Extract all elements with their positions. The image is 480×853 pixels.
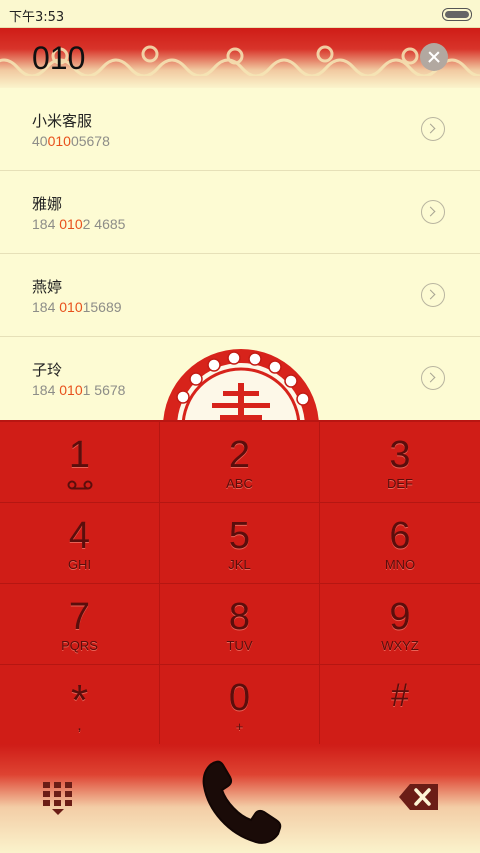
key-1[interactable]: 1: [0, 422, 160, 503]
key-7[interactable]: 7 PQRS: [0, 584, 160, 665]
status-time: 下午3:53: [9, 10, 65, 25]
contact-row[interactable]: 小米客服 4001005678: [0, 88, 480, 171]
key-6[interactable]: 6 MNO: [320, 503, 480, 584]
chevron-right-icon[interactable]: [421, 200, 445, 224]
phone-icon[interactable]: [194, 754, 290, 850]
key-2[interactable]: 2 ABC: [160, 422, 320, 503]
dial-input[interactable]: 010: [32, 40, 85, 77]
key-5[interactable]: 5 JKL: [160, 503, 320, 584]
key-9[interactable]: 9 WXYZ: [320, 584, 480, 665]
chevron-right-icon[interactable]: [421, 283, 445, 307]
backspace-icon[interactable]: [398, 782, 440, 812]
key-3[interactable]: 3 DEF: [320, 422, 480, 503]
number-match: 010: [59, 299, 83, 315]
number-match: 010: [59, 382, 83, 398]
search-header: 010: [0, 28, 480, 88]
chevron-right-icon[interactable]: [421, 117, 445, 141]
contact-number: 184 0102 4685: [32, 216, 126, 232]
voicemail-icon: [67, 480, 93, 490]
contact-name: 子玲: [32, 361, 63, 379]
dial-keypad: 1 2 ABC 3 DEF 4 GHI 5 JKL 6 MNO 7 PQRS 8…: [0, 420, 480, 746]
number-match: 010: [59, 216, 83, 232]
contact-number: 4001005678: [32, 133, 110, 149]
number-match: 010: [47, 133, 71, 149]
key-hash[interactable]: #: [320, 665, 480, 746]
key-star[interactable]: * ,: [0, 665, 160, 746]
key-4[interactable]: 4 GHI: [0, 503, 160, 584]
emblem-decoration: [163, 349, 319, 427]
clear-icon[interactable]: [420, 43, 448, 71]
contact-number: 184 0101 5678: [32, 382, 126, 398]
battery-icon: [442, 8, 472, 21]
contact-row[interactable]: 燕婷 184 01015689: [0, 254, 480, 337]
contact-row[interactable]: 雅娜 184 0102 4685: [0, 171, 480, 254]
chevron-right-icon[interactable]: [421, 366, 445, 390]
contact-name: 燕婷: [32, 278, 63, 296]
contact-number: 184 01015689: [32, 299, 122, 315]
dialpad-icon[interactable]: [42, 782, 74, 816]
key-8[interactable]: 8 TUV: [160, 584, 320, 665]
contact-name: 小米客服: [32, 112, 93, 130]
status-bar: 下午3:53: [0, 0, 480, 28]
contact-name: 雅娜: [32, 195, 63, 213]
key-0[interactable]: 0 +: [160, 665, 320, 746]
bottom-bar: [0, 744, 480, 853]
